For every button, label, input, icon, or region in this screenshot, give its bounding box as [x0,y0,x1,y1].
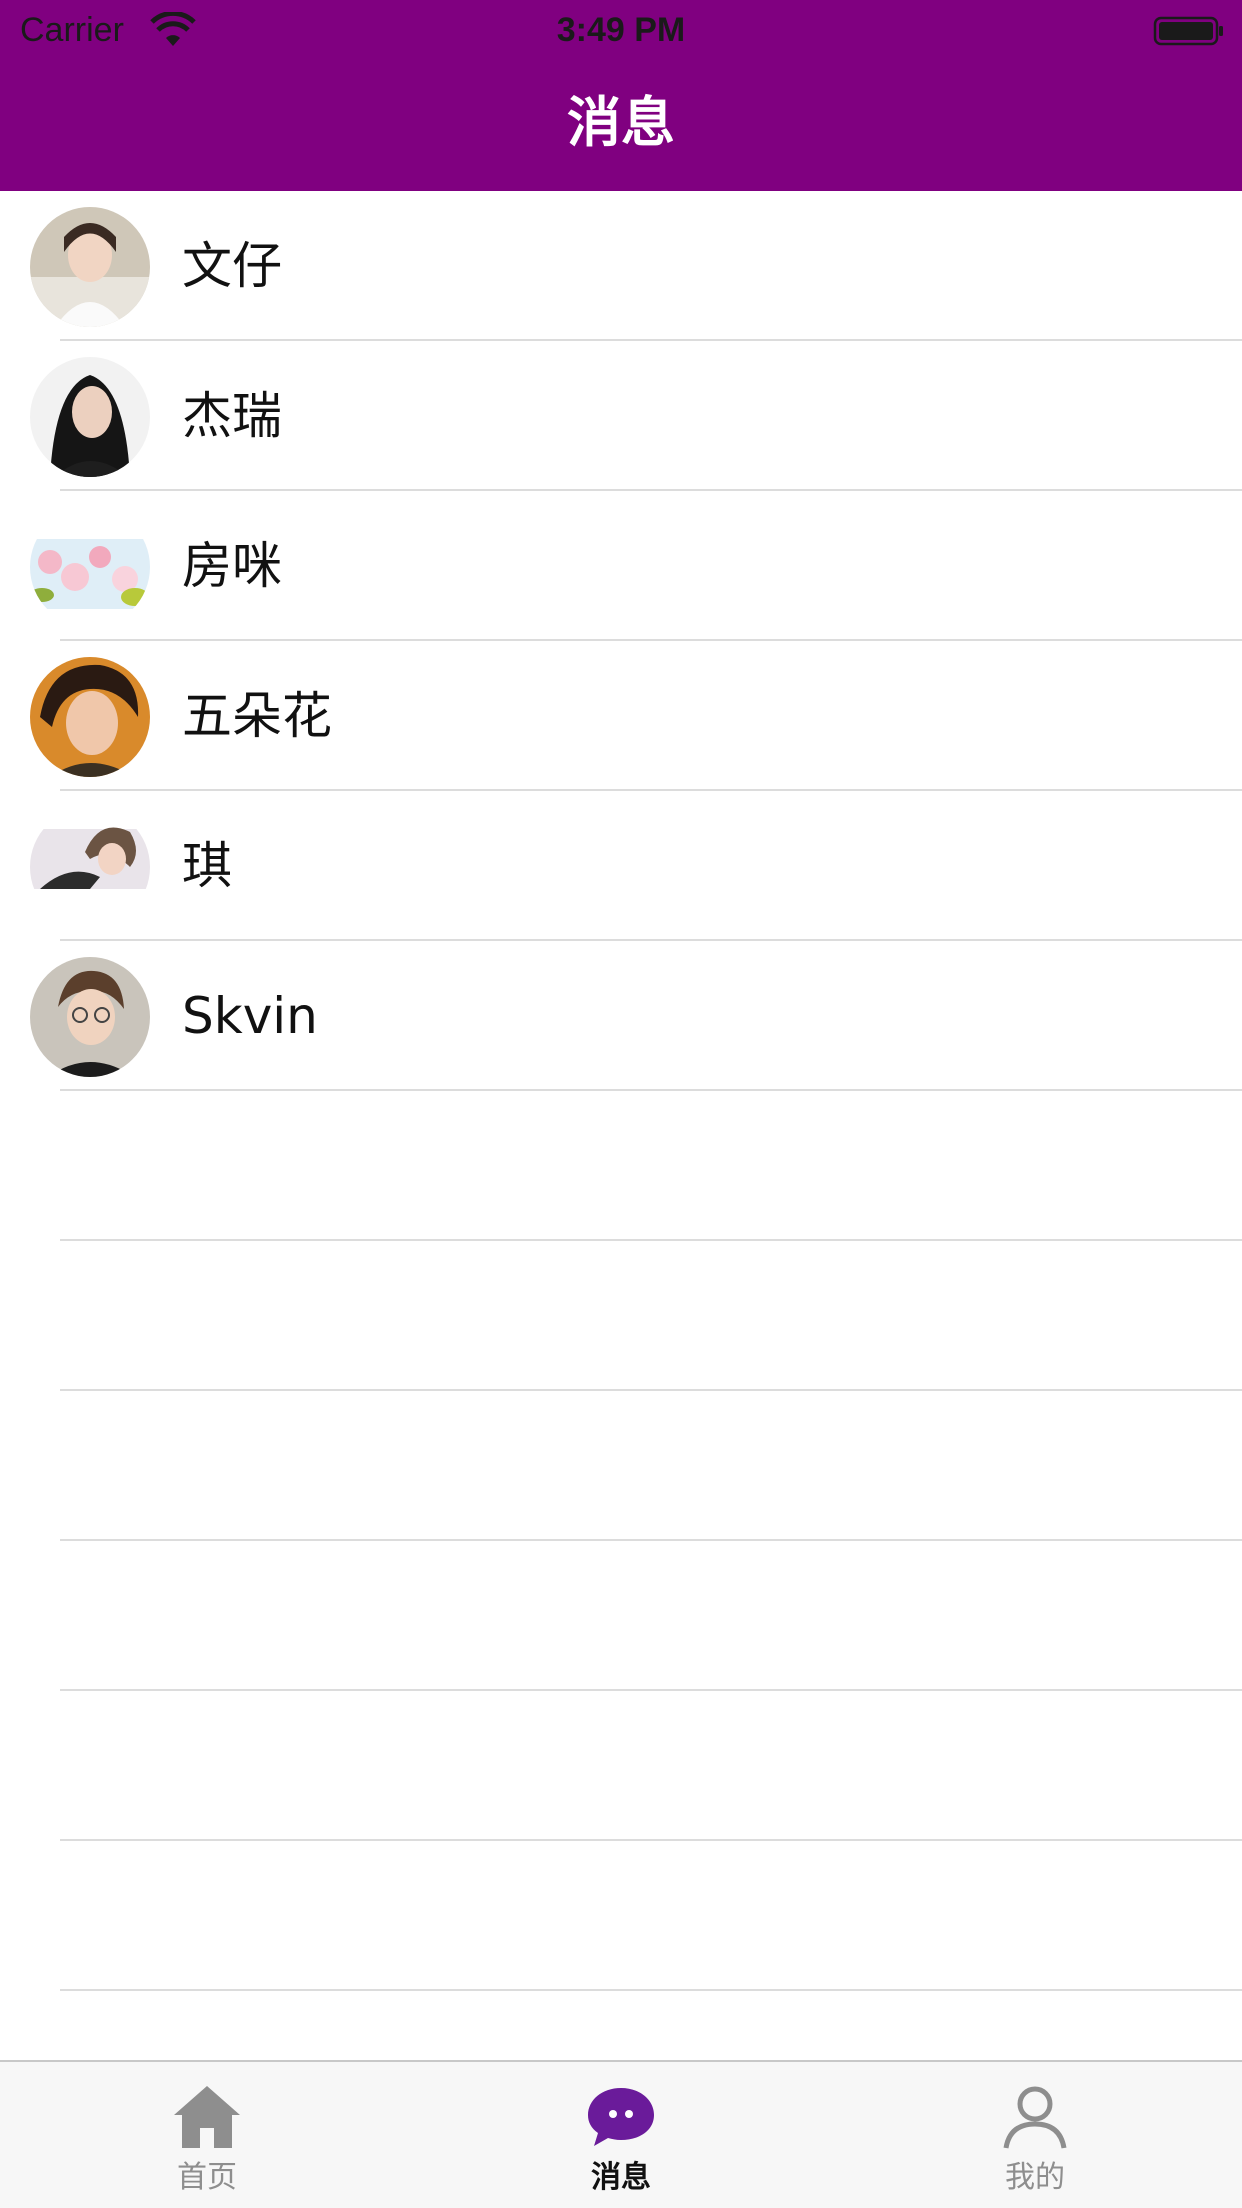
list-item[interactable]: 五朵花 [0,641,1242,791]
messages-screen: Carrier 3:49 PM 消息 文仔 杰瑞 房咪 五朵花 琪 Skvin … [0,0,1242,2208]
avatar [30,657,150,777]
tab-messages[interactable]: 消息 [414,2062,828,2208]
list-item[interactable]: 房咪 [0,491,1242,641]
navigation-header: Carrier 3:49 PM 消息 [0,0,1242,191]
status-bar: Carrier 3:49 PM [0,0,1242,60]
contact-name: 五朵花 [182,687,332,745]
avatar [30,207,150,327]
empty-list-row [0,1241,1242,1391]
tab-profile[interactable]: 我的 [828,2062,1242,2208]
page-title: 消息 [567,91,675,154]
tab-home[interactable]: 首页 [0,2062,414,2208]
tab-label: 我的 [1005,2160,1065,2195]
list-item[interactable]: 琪 [0,791,1242,941]
contact-name: 文仔 [182,237,282,295]
empty-list-row [0,1841,1242,1991]
tab-label: 消息 [591,2160,651,2195]
empty-list-row [0,1541,1242,1691]
list-item[interactable]: 文仔 [0,191,1242,341]
tab-label: 首页 [177,2160,237,2195]
avatar [30,807,150,927]
home-icon [174,2086,240,2148]
empty-list-row [0,1691,1242,1841]
status-time: 3:49 PM [556,11,686,49]
empty-list-row [0,1091,1242,1241]
battery-icon [1153,16,1223,46]
list-item[interactable]: 杰瑞 [0,341,1242,491]
message-list: 文仔 杰瑞 房咪 五朵花 琪 Skvin [0,191,1242,1991]
avatar [30,957,150,1077]
contact-name: 杰瑞 [182,387,282,445]
avatar [30,507,150,627]
contact-name: Skvin [182,987,318,1045]
row-divider [60,1989,1242,1991]
contact-name: 琪 [182,837,232,895]
person-icon [1003,2086,1067,2149]
contact-name: 房咪 [182,537,282,595]
tab-bar: 首页 消息 我的 [0,2060,1242,2208]
avatar [30,357,150,477]
list-item[interactable]: Skvin [0,941,1242,1091]
chat-bubble-icon [588,2088,654,2146]
empty-list-row [0,1391,1242,1541]
